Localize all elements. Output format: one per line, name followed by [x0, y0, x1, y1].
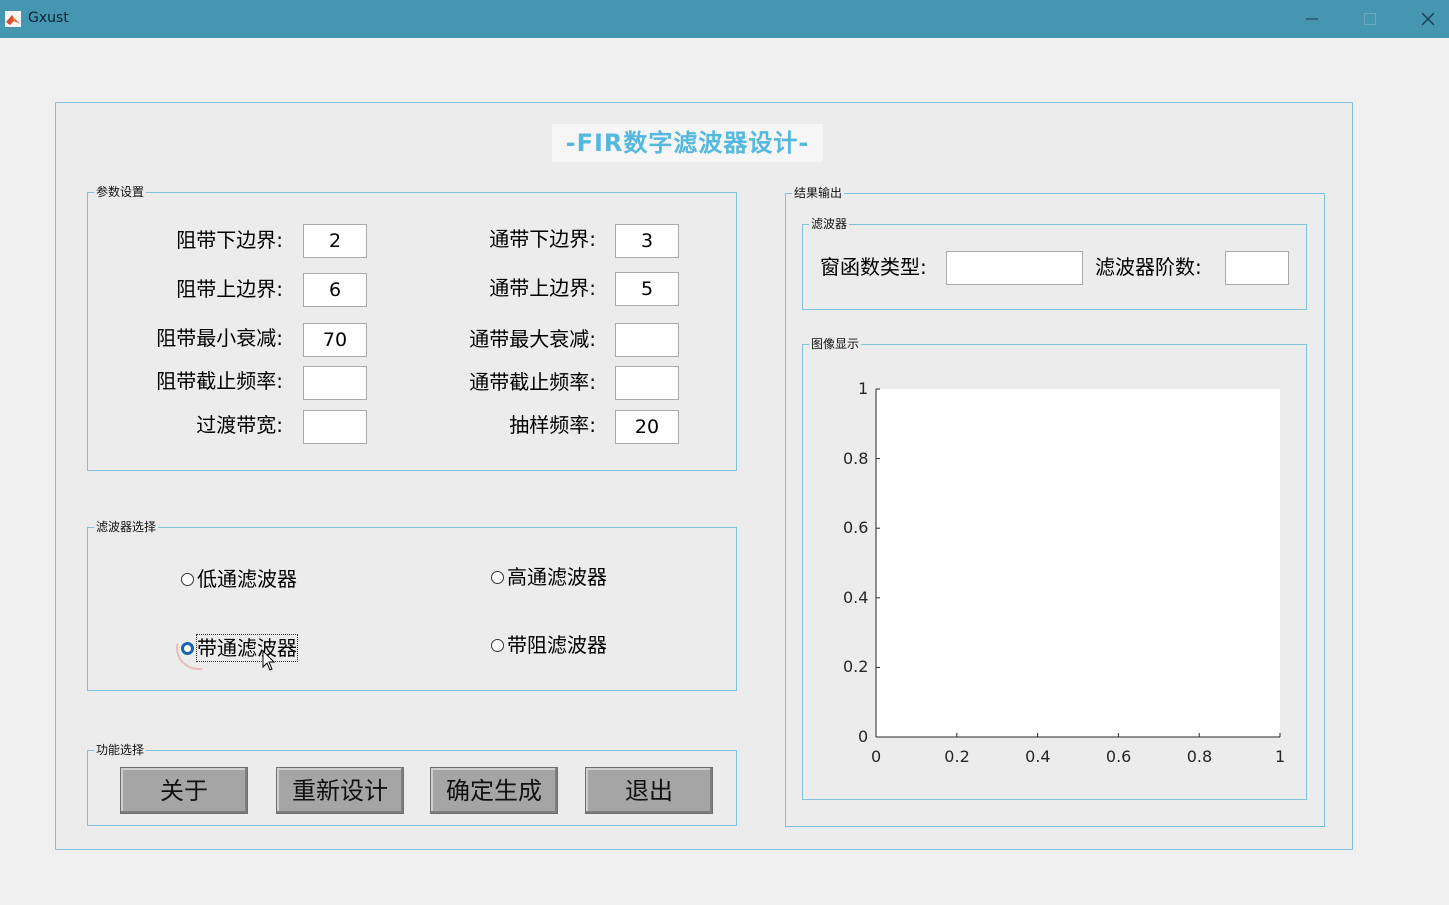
y-tick-label: 0.2	[843, 657, 869, 677]
y-tick-label: 1	[858, 379, 869, 398]
y-tick-label: 0	[858, 727, 869, 746]
x-tick-label: 1	[1275, 747, 1286, 766]
x-tick-label: 0.8	[1186, 747, 1213, 766]
x-tick-label: 0.2	[944, 747, 970, 766]
x-tick-label: 0	[871, 747, 882, 766]
axes-frame	[875, 388, 1281, 738]
x-tick-label: 0.6	[1105, 747, 1132, 766]
y-tick-label: 0.4	[843, 587, 869, 607]
y-tick-label: 0.8	[843, 448, 869, 468]
x-tick-label: 0.4	[1025, 747, 1051, 766]
y-tick-label: 0.6	[843, 518, 869, 538]
